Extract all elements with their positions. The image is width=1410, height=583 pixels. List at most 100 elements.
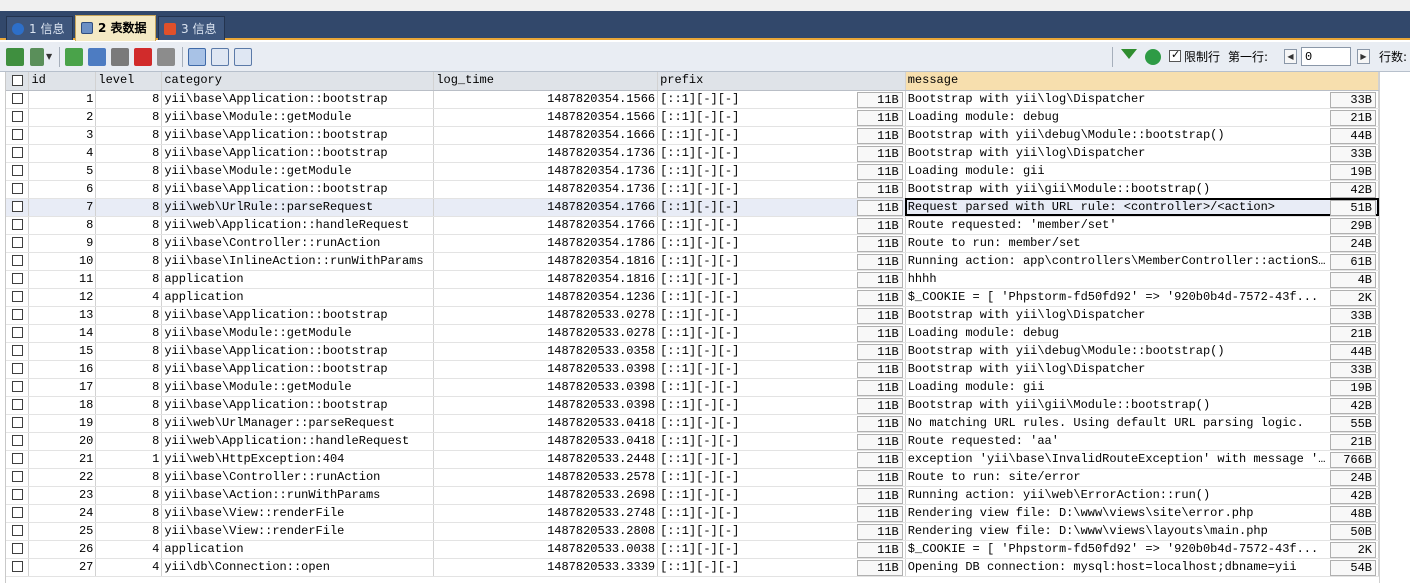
cell-level[interactable]: 8 [95,126,163,145]
blob-size-button[interactable]: 33B [1330,307,1376,323]
cell-message[interactable]: Route requested: 'member/set' 29B [905,216,1379,235]
blob-size-button[interactable]: 11B [856,253,903,269]
delete-row-icon[interactable] [134,48,152,66]
table-row[interactable]: 27 4 yii\db\Connection::open 1487820533.333… [6,558,1379,577]
cell-message[interactable]: Route to run: site/error 24B [905,468,1379,487]
cell-message[interactable]: Bootstrap with yii\log\Dispatcher 33B [905,360,1379,379]
checkbox-icon[interactable] [11,146,23,158]
cell-category[interactable]: yii\base\Application::bootstrap [161,342,435,361]
grid-view-icon[interactable] [188,48,206,66]
blob-size-button[interactable]: 11B [856,307,903,323]
table-row[interactable]: 19 8 yii\web\UrlManager::parseRequest 14878… [6,414,1379,433]
cell-message[interactable]: Loading module: gii 19B [905,162,1379,181]
cell-message[interactable]: $_COOKIE = [ 'Phpstorm-fd50fd92' => '920… [905,540,1379,559]
cell-id[interactable]: 18 [28,396,97,415]
cell-message[interactable]: Bootstrap with yii\gii\Module::bootstrap… [905,180,1379,199]
blob-size-button[interactable]: 2K [1330,541,1376,557]
table-row[interactable]: 22 8 yii\base\Controller::runAction 1487820… [6,468,1379,487]
cell-level[interactable]: 8 [95,414,163,433]
cell-level[interactable]: 8 [95,108,163,127]
cell-category[interactable]: yii\web\Application::handleRequest [161,432,435,451]
cell-message[interactable]: hhhh 4B [905,270,1379,289]
cell-id[interactable]: 3 [28,126,97,145]
cell-category[interactable]: yii\web\UrlRule::parseRequest [161,198,435,217]
cell-category[interactable]: yii\base\Controller::runAction [161,468,435,487]
cell-level[interactable]: 8 [95,198,163,217]
cell-id[interactable]: 22 [28,468,97,487]
cell-message[interactable]: Rendering view file: D:\www\views\site\e… [905,504,1379,523]
row-checkbox[interactable] [6,522,30,541]
blob-size-button[interactable]: 11B [856,325,903,341]
cell-id[interactable]: 25 [28,522,97,541]
blob-size-button[interactable]: 11B [856,109,903,125]
table-row[interactable]: 11 8 application 1487820354.1816 [::1][-][-]… [6,270,1379,289]
cell-prefix[interactable]: [::1][-][-] 11B [657,522,906,541]
row-checkbox[interactable] [6,270,30,289]
cell-id[interactable]: 15 [28,342,97,361]
table-row[interactable]: 18 8 yii\base\Application::bootstrap 148782… [6,396,1379,415]
cell-log-time[interactable]: 1487820354.1236 [433,288,659,307]
blob-size-button[interactable]: 11B [856,163,903,179]
cell-prefix[interactable]: [::1][-][-] 11B [657,252,906,271]
checkbox-icon[interactable] [11,308,23,320]
checkbox-icon[interactable] [11,434,23,446]
import-icon[interactable] [6,48,24,66]
blob-size-button[interactable]: 11B [856,505,903,521]
blob-size-button[interactable]: 11B [856,559,903,575]
table-row[interactable]: 15 8 yii\base\Application::bootstrap 148782… [6,342,1379,361]
cell-level[interactable]: 8 [95,522,163,541]
table-row[interactable]: 13 8 yii\base\Application::bootstrap 148782… [6,306,1379,325]
cell-log-time[interactable]: 1487820533.2448 [433,450,659,469]
row-checkbox[interactable] [6,324,30,343]
checkbox-icon[interactable] [11,128,23,140]
blob-size-button[interactable]: 50B [1330,523,1376,539]
cell-id[interactable]: 6 [28,180,97,199]
blob-size-button[interactable]: 11B [856,289,903,305]
blob-size-button[interactable]: 48B [1330,505,1376,521]
cell-level[interactable]: 8 [95,162,163,181]
cell-message[interactable]: Loading module: gii 19B [905,378,1379,397]
blob-size-button[interactable]: 11B [856,217,903,233]
cell-category[interactable]: yii\base\View::renderFile [161,504,435,523]
blob-size-button[interactable]: 24B [1330,469,1376,485]
cell-prefix[interactable]: [::1][-][-] 11B [657,432,906,451]
blob-size-button[interactable]: 21B [1330,325,1376,341]
checkbox-icon[interactable] [11,542,23,554]
cell-level[interactable]: 8 [95,180,163,199]
blob-size-button[interactable]: 11B [856,451,903,467]
tab-info-1[interactable]: 1 信息 [6,16,74,40]
cell-prefix[interactable]: [::1][-][-] 11B [657,180,906,199]
blob-size-button[interactable]: 55B [1330,415,1376,431]
checkbox-icon[interactable] [11,92,23,104]
cell-message[interactable]: Running action: yii\web\ErrorAction::run… [905,486,1379,505]
table-row[interactable]: 2 8 yii\base\Module::getModule 1487820354.1… [6,108,1379,127]
cell-prefix[interactable]: [::1][-][-] 11B [657,558,906,577]
cell-category[interactable]: yii\base\View::renderFile [161,522,435,541]
cell-log-time[interactable]: 1487820533.0278 [433,324,659,343]
checkbox-icon[interactable] [11,362,23,374]
cell-id[interactable]: 21 [28,450,97,469]
checkbox-icon[interactable] [11,452,23,464]
cell-id[interactable]: 7 [28,198,97,217]
cell-category[interactable]: yii\base\Application::bootstrap [161,90,435,109]
cell-log-time[interactable]: 1487820533.0038 [433,540,659,559]
cell-id[interactable]: 17 [28,378,97,397]
export-icon[interactable] [30,48,44,66]
cell-prefix[interactable]: [::1][-][-] 11B [657,234,906,253]
cell-category[interactable]: yii\base\Application::bootstrap [161,306,435,325]
cell-category[interactable]: yii\base\Application::bootstrap [161,144,435,163]
filter-icon[interactable] [1121,49,1137,59]
table-row[interactable]: 14 8 yii\base\Module::getModule 1487820533.… [6,324,1379,343]
cell-message[interactable]: Bootstrap with yii\debug\Module::bootstr… [905,342,1379,361]
cell-category[interactable]: yii\base\Action::runWithParams [161,486,435,505]
form-view-icon[interactable] [211,48,229,66]
column-header-level[interactable]: level [95,72,163,91]
cell-level[interactable]: 8 [95,144,163,163]
cell-id[interactable]: 26 [28,540,97,559]
column-header-prefix[interactable]: prefix [657,72,906,91]
cell-id[interactable]: 16 [28,360,97,379]
checkbox-icon[interactable] [11,236,23,248]
row-checkbox[interactable] [6,306,30,325]
checkbox-icon[interactable] [11,560,23,572]
cell-message[interactable]: Bootstrap with yii\debug\Module::bootstr… [905,126,1379,145]
